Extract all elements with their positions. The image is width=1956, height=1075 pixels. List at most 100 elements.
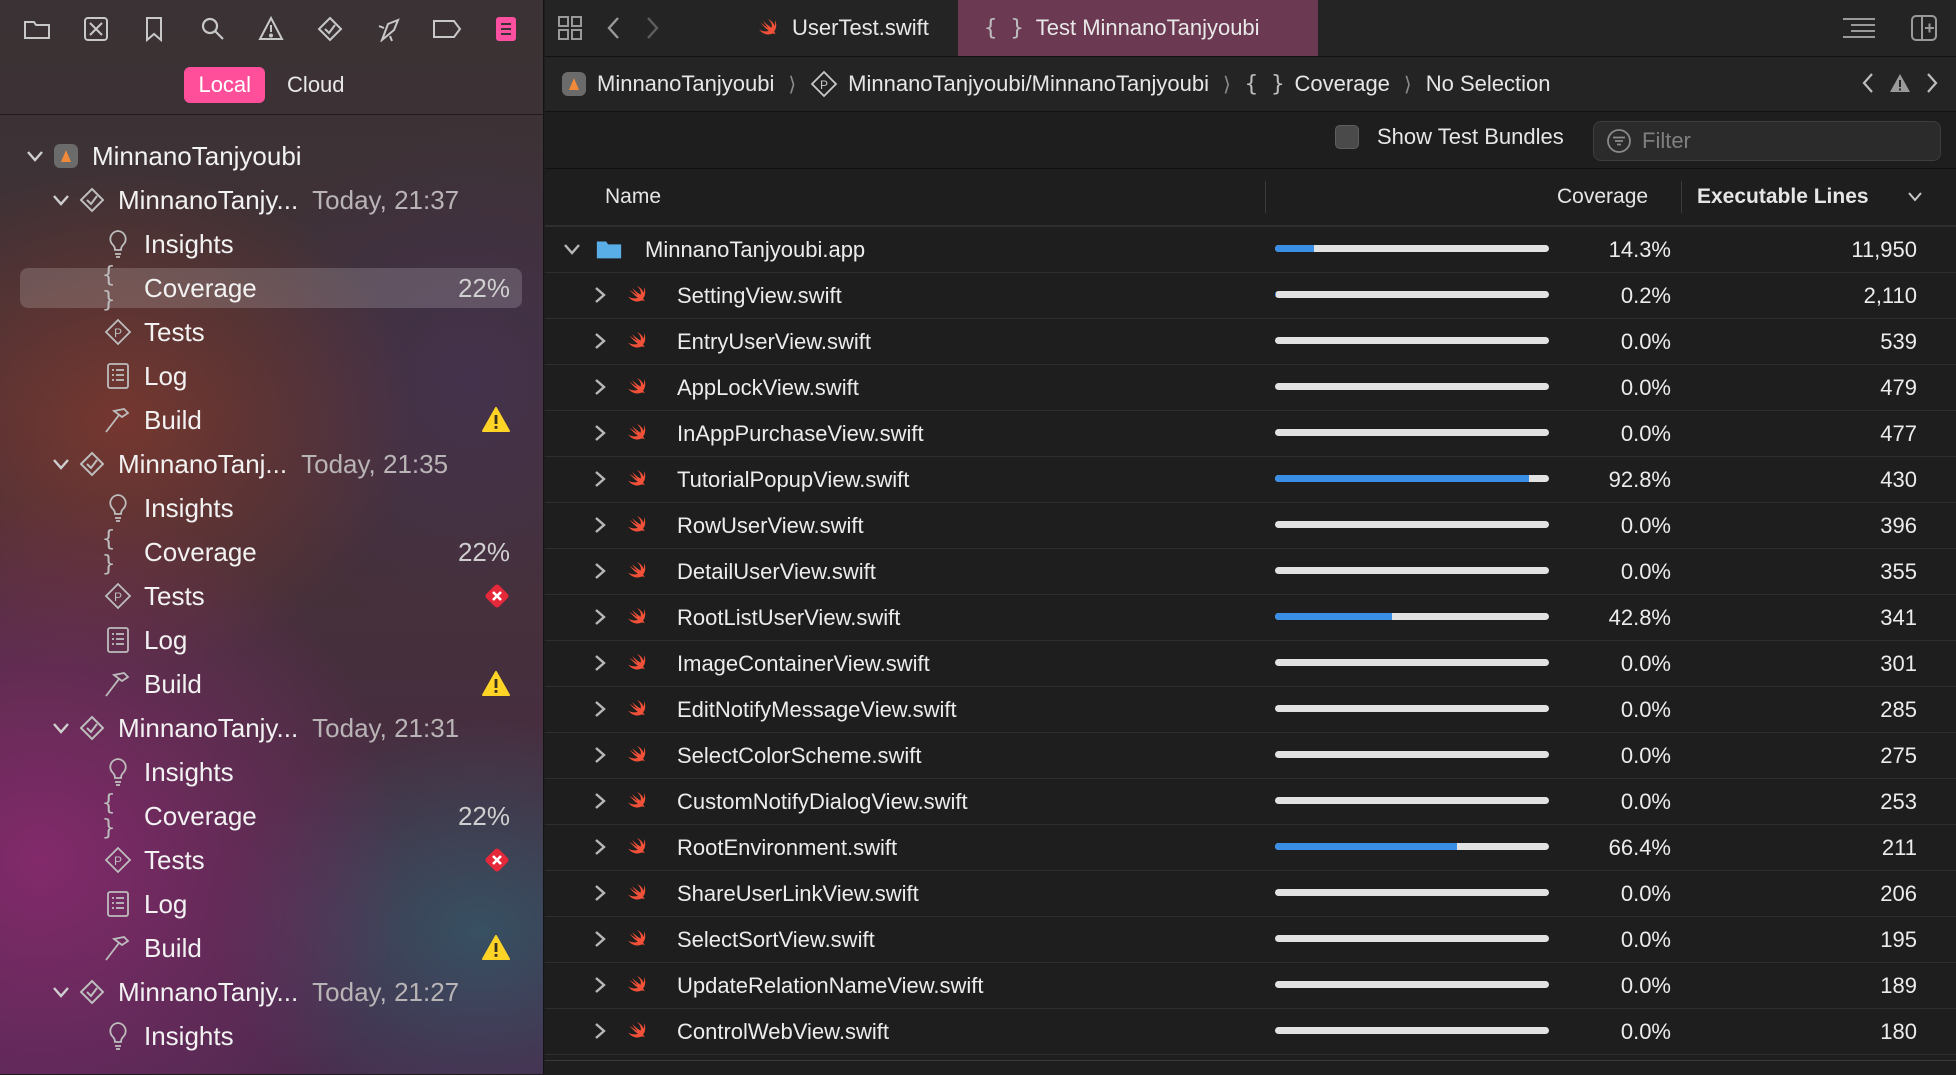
table-row[interactable]: ImageContainerView.swift 0.0% 301 [545,640,1956,687]
chevron-right-icon[interactable] [588,743,612,767]
test-icon[interactable] [313,12,347,46]
column-header-coverage[interactable]: Coverage [1557,185,1648,209]
table-row[interactable]: DetailUserView.swift 0.0% 355 [545,548,1956,595]
disclosure-chevron-icon[interactable] [20,149,50,163]
table-row[interactable]: TutorialPopupView.swift 92.8% 430 [545,456,1956,503]
add-editor-icon[interactable] [1907,11,1941,45]
tree-item-coverage[interactable]: { } Coverage 22% [20,791,522,841]
chevron-right-icon[interactable] [588,973,612,997]
filter-field[interactable]: Filter [1593,121,1941,161]
back-icon[interactable] [597,11,631,45]
table-row[interactable]: SettingView.swift 0.2% 2,110 [545,272,1956,319]
chevron-right-icon[interactable] [588,881,612,905]
chevron-right-icon[interactable] [588,467,612,491]
breakpoint-icon[interactable] [430,12,464,46]
column-header-executable-lines[interactable]: Executable Lines [1697,185,1869,209]
table-row[interactable]: AppLockView.swift 0.0% 479 [545,364,1956,411]
column-header-name[interactable]: Name [605,185,661,209]
show-test-bundles-toggle[interactable]: Show Test Bundles [1335,124,1564,150]
tab-test-report[interactable]: { } Test MinnanoTanjyoubi [958,0,1318,56]
disclosure-chevron-icon[interactable] [46,457,76,471]
chevron-right-icon[interactable] [588,329,612,353]
table-row[interactable]: SelectColorScheme.swift 0.0% 275 [545,732,1956,779]
disclosure-chevron-icon[interactable] [46,193,76,207]
breadcrumb-item[interactable]: MinnanoTanjyoubi [561,71,774,97]
source-control-icon[interactable] [79,12,113,46]
chevron-right-icon[interactable] [588,283,612,307]
table-row[interactable]: EntryUserView.swift 0.0% 539 [545,318,1956,365]
chevron-right-icon[interactable] [588,421,612,445]
chevron-right-icon[interactable] [588,375,612,399]
tree-test-run[interactable]: MinnanoTanj... Today, 21:35 [20,444,522,484]
folder-icon[interactable] [20,12,54,46]
table-row[interactable]: RootEnvironment.swift 66.4% 211 [545,824,1956,871]
debug-icon[interactable] [372,12,406,46]
tree-item-insights[interactable]: Insights [20,752,522,792]
tree-item-tests[interactable]: P Tests [20,576,522,616]
editor-options-icon[interactable] [1837,11,1881,45]
coverage-percent: 92.8% [1608,467,1671,492]
scope-local-button[interactable]: Local [184,67,266,103]
tree-item-log[interactable]: Log [20,884,522,924]
disclosure-chevron-icon[interactable] [46,721,76,735]
table-row[interactable]: RowUserView.swift 0.0% 396 [545,502,1956,549]
tree-item-log[interactable]: Log [20,620,522,660]
chevron-right-icon[interactable] [588,651,612,675]
warning-icon[interactable] [254,12,288,46]
forward-icon[interactable] [635,11,669,45]
previous-issue-icon[interactable] [1858,69,1878,97]
scope-cloud-button[interactable]: Cloud [273,67,358,103]
chevron-right-icon[interactable] [588,789,612,813]
swift-icon [623,603,651,631]
chevron-right-icon[interactable] [588,835,612,859]
tree-item-label: Build [144,932,202,963]
tree-project[interactable]: MinnanoTanjyoubi [20,136,522,176]
next-issue-icon[interactable] [1922,69,1942,97]
breadcrumb-item[interactable]: P MinnanoTanjyoubi/MinnanoTanjyoubi [810,70,1209,98]
braces-icon: { } [102,791,116,841]
grid-icon[interactable] [553,11,587,45]
table-row[interactable]: ShareUserLinkView.swift 0.0% 206 [545,870,1956,917]
issue-warning-icon[interactable] [1888,71,1912,95]
tree-item-log[interactable]: Log [20,356,522,396]
tab-usertest[interactable]: UserTest.swift [730,0,958,56]
table-row[interactable]: ControlWebView.swift 0.0% 180 [545,1008,1956,1055]
chevron-down-icon[interactable] [560,237,584,261]
table-row[interactable]: CustomNotifyDialogView.swift 0.0% 253 [545,778,1956,825]
tree-test-run[interactable]: MinnanoTanjy... Today, 21:37 [20,180,522,220]
chevron-right-icon[interactable] [588,605,612,629]
table-row[interactable]: InAppPurchaseView.swift 0.0% 477 [545,410,1956,457]
tree-item-build[interactable]: Build [20,928,522,968]
disclosure-chevron-icon[interactable] [46,985,76,999]
tree-item-tests[interactable]: P Tests [20,312,522,352]
table-row[interactable]: RootListUserView.swift 42.8% 341 [545,594,1956,641]
chevron-right-icon[interactable] [588,697,612,721]
show-test-bundles-checkbox[interactable] [1335,125,1359,149]
tree-item-tests[interactable]: P Tests [20,840,522,880]
tree-test-run[interactable]: MinnanoTanjy... Today, 21:27 [20,972,522,1012]
table-row[interactable]: UpdateRelationNameView.swift 0.0% 189 [545,962,1956,1009]
tree-item-insights[interactable]: Insights [20,488,522,528]
breadcrumb-item[interactable]: No Selection [1426,71,1551,97]
report-icon[interactable] [489,12,523,46]
tree-item-coverage[interactable]: { } Coverage 22% [20,263,522,313]
search-icon[interactable] [196,12,230,46]
svg-text:P: P [820,78,828,92]
swift-icon [623,327,651,355]
table-row[interactable]: EditNotifyMessageView.swift 0.0% 285 [545,686,1956,733]
tree-test-run[interactable]: MinnanoTanjy... Today, 21:31 [20,708,522,748]
tree-item-insights[interactable]: Insights [20,1016,522,1056]
tree-item-build[interactable]: Build [20,664,522,704]
chevron-right-icon[interactable] [588,559,612,583]
tree-item-build[interactable]: Build [20,400,522,440]
table-row[interactable]: SelectSortView.swift 0.0% 195 [545,916,1956,963]
tree-item-insights[interactable]: Insights [20,224,522,264]
target-row[interactable]: MinnanoTanjyoubi.app 14.3% 11,950 [545,226,1956,273]
bookmark-icon[interactable] [137,12,171,46]
chevron-right-icon[interactable] [588,513,612,537]
chevron-right-icon[interactable] [588,927,612,951]
chevron-right-icon[interactable] [588,1019,612,1043]
sort-descending-icon[interactable] [1907,191,1923,203]
breadcrumb-item[interactable]: { } Coverage [1245,71,1390,97]
tree-item-coverage[interactable]: { } Coverage 22% [20,527,522,577]
